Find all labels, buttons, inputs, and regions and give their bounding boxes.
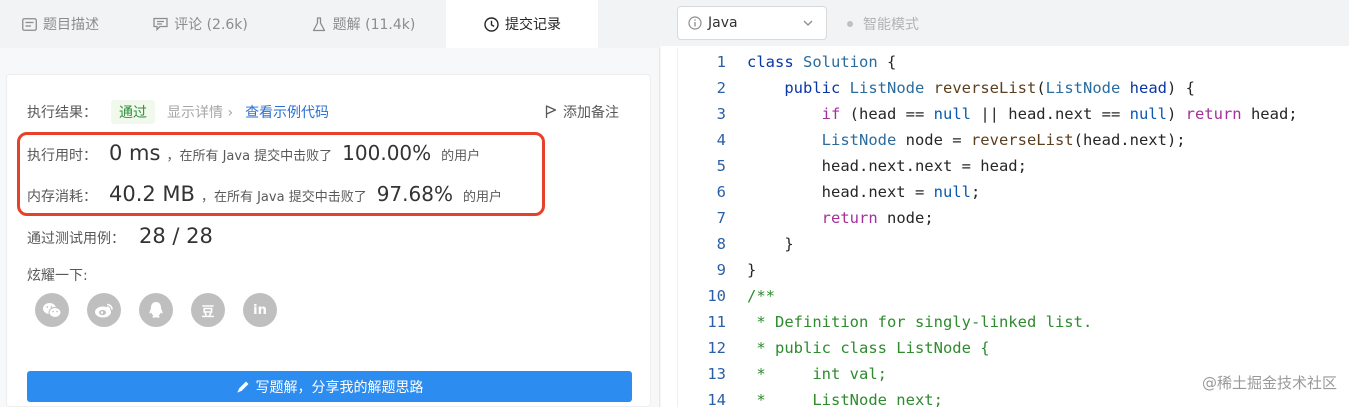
tab-solutions-label: 题解 (11.4k) (332, 17, 416, 33)
tab-comments-label: 评论 (2.6k) (174, 17, 248, 33)
tests-label: 通过测试用例： (27, 231, 125, 247)
memory-percent: 97.68% (376, 182, 453, 206)
runtime-suffix: 的用户 (441, 149, 481, 164)
pencil-icon (237, 381, 248, 392)
description-icon (21, 16, 37, 32)
view-example-code-link[interactable]: 查看示例代码 (245, 102, 329, 122)
write-solution-label: 写题解，分享我的解题思路 (255, 379, 424, 396)
result-label: 执行结果： (27, 105, 97, 121)
line-number: 13 (707, 365, 726, 383)
language-value: Java (708, 15, 738, 31)
line-number: 11 (707, 313, 726, 331)
code-line: 4 ListNode node = reverseList(head.next)… (678, 127, 1186, 153)
write-solution-button[interactable]: 写题解，分享我的解题思路 (27, 371, 632, 402)
line-number: 7 (716, 209, 726, 227)
line-number: 4 (716, 131, 726, 149)
code-line: 12 * public class ListNode { (678, 335, 989, 361)
submission-result-card: 执行结果： 通过 显示详情 › 查看示例代码 添加备注 执行用时： 0 ms ，… (6, 74, 651, 407)
tab-comments[interactable]: 评论 (2.6k) (120, 0, 280, 48)
line-number: 8 (716, 235, 726, 253)
line-number: 1 (716, 53, 726, 71)
flask-icon (311, 16, 327, 32)
line-number: 14 (707, 391, 726, 407)
code-line: 11 * Definition for singly-linked list. (678, 309, 1092, 335)
runtime-row: 执行用时： 0 ms ，在所有 Java 提交中击败了 100.00% 的用户 (27, 141, 480, 165)
wechat-icon[interactable] (35, 293, 69, 327)
douban-label: 豆 (201, 304, 215, 320)
status-dot-icon (847, 21, 853, 27)
douban-icon[interactable]: 豆 (191, 293, 225, 327)
info-icon (688, 16, 702, 30)
editor-toolbar: Java 智能模式 (661, 0, 1349, 46)
code-line: 10/** (678, 283, 775, 309)
tab-description-label: 题目描述 (43, 17, 99, 33)
line-number: 9 (716, 261, 726, 279)
left-pane: 题目描述 评论 (2.6k) 题解 (11.4k) 提交记录 执行结果： 通过 … (0, 0, 660, 407)
tab-submissions-label: 提交记录 (505, 17, 561, 33)
add-note-button[interactable]: 添加备注 (545, 102, 619, 122)
code-editor[interactable]: 1 class Solution { 2 public ListNode reve… (677, 48, 1349, 407)
code-line: 6 head.next = null; (678, 179, 981, 205)
smart-mode-label: 智能模式 (863, 17, 919, 33)
memory-suffix: 的用户 (462, 190, 502, 205)
code-line: 1 class Solution { (678, 49, 897, 75)
memory-row: 内存消耗： 40.2 MB ，在所有 Java 提交中击败了 97.68% 的用… (27, 182, 502, 206)
share-buttons: 豆 in (35, 293, 295, 327)
add-note-label: 添加备注 (563, 105, 619, 121)
code-line: 7 return node; (678, 205, 934, 231)
result-row: 执行结果： 通过 显示详情 › 查看示例代码 添加备注 (27, 100, 627, 124)
line-number: 6 (716, 183, 726, 201)
share-label: 炫耀一下: (27, 268, 88, 284)
tab-description[interactable]: 题目描述 (0, 0, 120, 48)
code-line: 9} (678, 257, 757, 283)
flag-icon (545, 105, 557, 118)
weibo-icon[interactable] (87, 293, 121, 327)
line-number: 12 (707, 339, 726, 357)
code-line: 2 public ListNode reverseList(ListNode h… (678, 75, 1195, 101)
linkedin-label: in (253, 302, 267, 318)
code-line: 8 } (678, 231, 794, 257)
memory-label: 内存消耗： (27, 189, 97, 205)
code-line: 5 head.next.next = head; (678, 153, 1027, 179)
linkedin-icon[interactable]: in (243, 293, 277, 327)
line-number: 10 (707, 287, 726, 305)
clock-icon (483, 16, 499, 32)
line-number: 5 (716, 157, 726, 175)
smart-mode-toggle[interactable]: 智能模式 (847, 14, 919, 34)
comment-icon (152, 16, 168, 32)
runtime-text: ，在所有 Java 提交中击败了 (166, 149, 333, 164)
editor-pane: Java 智能模式 1 class Solution { 2 public Lis… (661, 0, 1349, 407)
runtime-label: 执行用时： (27, 148, 97, 164)
code-line: 3 if (head == null || head.next == null)… (678, 101, 1298, 127)
runtime-value: 0 ms (109, 141, 161, 165)
leetcode-submission-page: 题目描述 评论 (2.6k) 题解 (11.4k) 提交记录 执行结果： 通过 … (0, 0, 1349, 407)
memory-text: ，在所有 Java 提交中击败了 (200, 190, 367, 205)
tests-row: 通过测试用例： 28 / 28 (27, 224, 219, 248)
runtime-percent: 100.00% (342, 141, 432, 165)
chevron-down-icon (803, 20, 813, 26)
watermark: @稀土掘金技术社区 (1201, 374, 1337, 392)
memory-value: 40.2 MB (109, 182, 195, 206)
tab-solutions[interactable]: 题解 (11.4k) (280, 0, 446, 48)
tab-submissions[interactable]: 提交记录 (446, 0, 598, 48)
line-number: 2 (716, 79, 726, 97)
qq-icon[interactable] (139, 293, 173, 327)
code-line: 13 * int val; (678, 361, 887, 387)
tab-bar: 题目描述 评论 (2.6k) 题解 (11.4k) 提交记录 (0, 0, 660, 48)
language-select[interactable]: Java (677, 6, 827, 40)
show-details-link[interactable]: 显示详情 › (167, 102, 233, 122)
status-badge: 通过 (111, 100, 155, 124)
tests-value: 28 / 28 (139, 224, 213, 248)
line-number: 3 (716, 105, 726, 123)
code-line: 14 * ListNode next; (678, 387, 943, 407)
